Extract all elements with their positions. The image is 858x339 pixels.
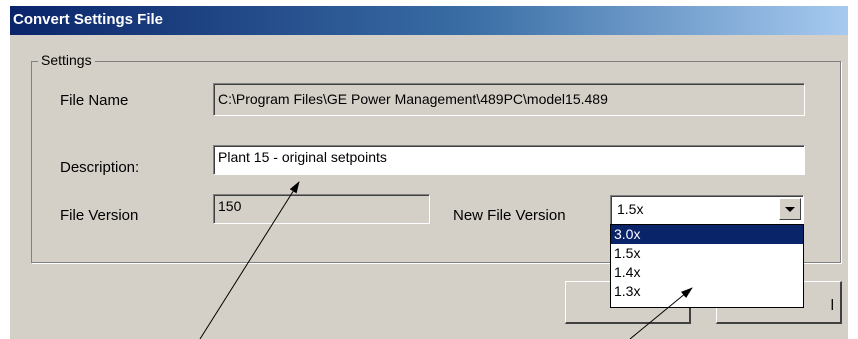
annotation-arrows <box>199 181 693 339</box>
annotation-arrow-dropdown <box>629 287 693 339</box>
annotation-arrow-description <box>199 181 300 339</box>
